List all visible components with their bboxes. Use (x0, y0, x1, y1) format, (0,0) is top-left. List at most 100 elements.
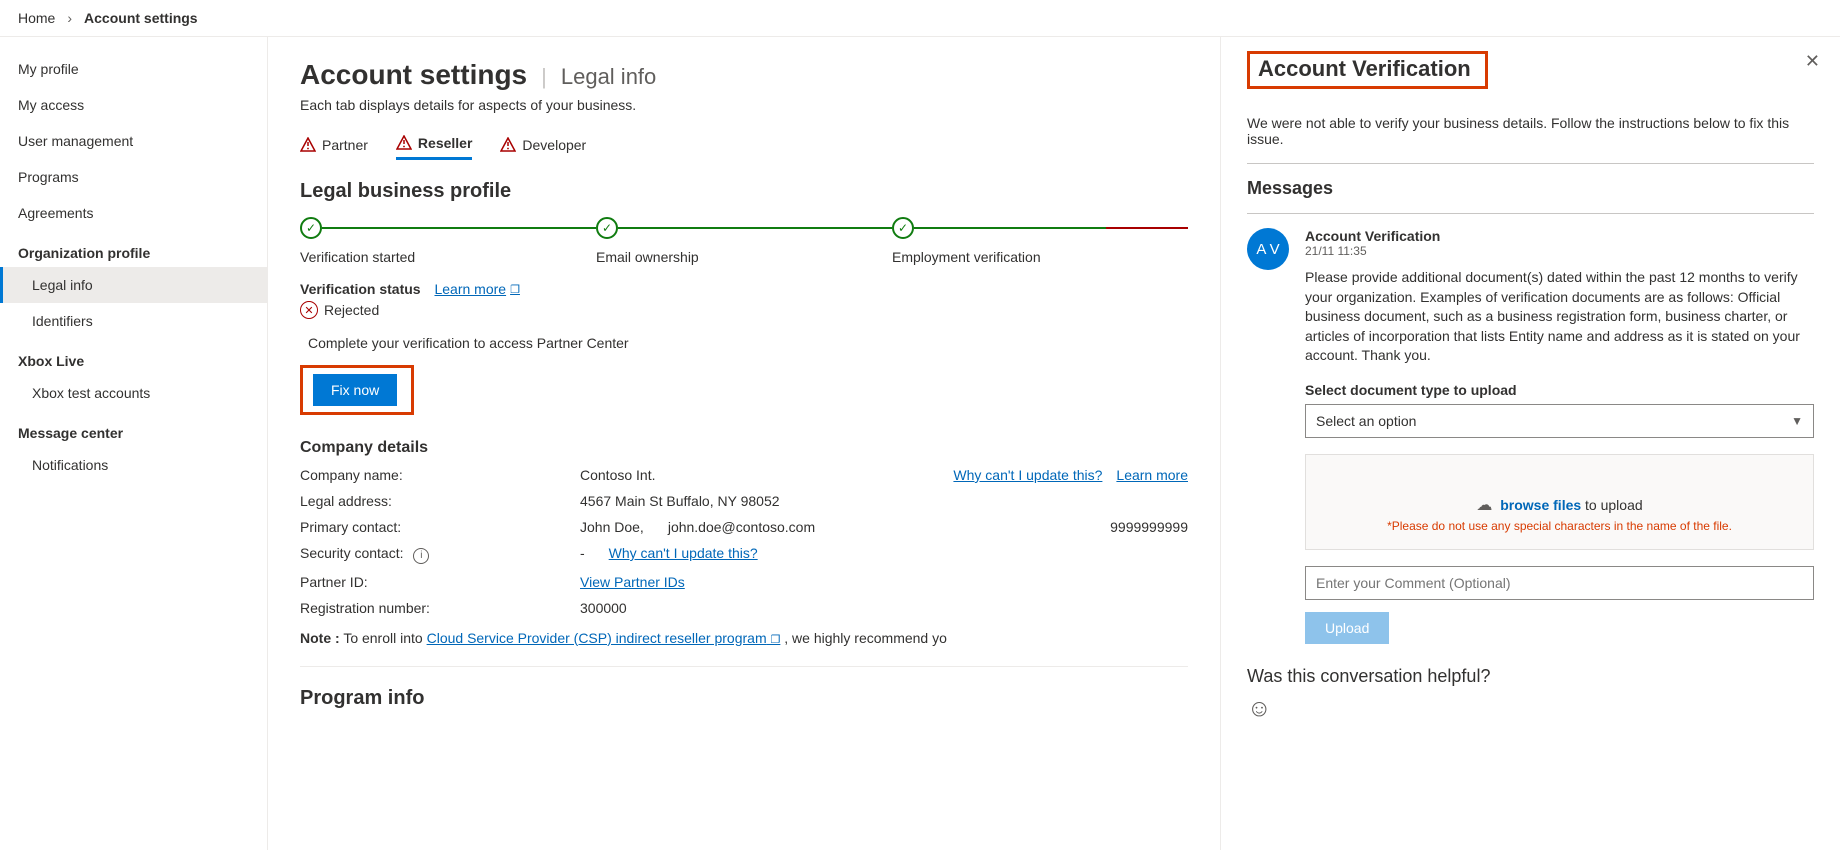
step-connector-error (1106, 227, 1188, 229)
primary-contact-email: john.doe@contoso.com (668, 519, 815, 535)
message-item: A V Account Verification 21/11 11:35 Ple… (1247, 228, 1814, 644)
security-contact-value: - (580, 545, 585, 561)
comment-input[interactable] (1305, 566, 1814, 600)
csp-program-link[interactable]: Cloud Service Provider (CSP) indirect re… (427, 630, 781, 646)
learn-more-link[interactable]: Learn more (1116, 467, 1188, 483)
sidebar-item-programs[interactable]: Programs (0, 159, 267, 195)
learn-more-link[interactable]: Learn more ❐ (434, 281, 519, 297)
partner-id-label: Partner ID: (300, 574, 580, 590)
sidebar-item-legal-info[interactable]: Legal info (0, 267, 267, 303)
chevron-right-icon: › (67, 10, 72, 26)
company-name-value: Contoso Int. (580, 467, 656, 483)
warning-triangle-icon (500, 137, 516, 153)
page-subtitle: Legal info (561, 64, 656, 90)
message-title: Account Verification (1305, 228, 1814, 244)
tabs: Partner Reseller Developer (300, 135, 1188, 160)
security-contact-label: Security contact: i (300, 545, 580, 564)
step-label: Verification started (300, 249, 596, 265)
legal-address-value: 4567 Main St Buffalo, NY 98052 (580, 493, 1188, 509)
tab-partner[interactable]: Partner (300, 135, 368, 160)
breadcrumb-home[interactable]: Home (18, 10, 55, 26)
panel-divider (1247, 163, 1814, 164)
step-check-icon: ✓ (596, 217, 618, 239)
select-document-label: Select document type to upload (1305, 382, 1814, 398)
rejected-x-icon: ✕ (300, 301, 318, 319)
message-timestamp: 21/11 11:35 (1305, 244, 1814, 258)
sidebar-heading-msg: Message center (0, 411, 267, 447)
step-label: Employment verification (892, 249, 1188, 265)
breadcrumb-current: Account settings (84, 10, 198, 26)
fix-now-button[interactable]: Fix now (313, 374, 397, 406)
message-text: Please provide additional document(s) da… (1305, 268, 1814, 366)
close-icon[interactable]: ✕ (1805, 51, 1820, 72)
breadcrumb: Home › Account settings (0, 0, 1840, 36)
panel-title: Account Verification (1247, 51, 1488, 89)
helpful-prompt: Was this conversation helpful? (1247, 666, 1814, 687)
external-link-icon: ❐ (771, 634, 781, 646)
panel-divider (1247, 213, 1814, 214)
upload-button[interactable]: Upload (1305, 612, 1389, 644)
section-heading-program-info: Program info (300, 687, 1188, 710)
enrollment-note: Note : To enroll into Cloud Service Prov… (300, 630, 1188, 646)
tab-label: Developer (522, 137, 586, 153)
page-title: Account settings (300, 59, 527, 91)
step-check-icon: ✓ (892, 217, 914, 239)
chevron-down-icon: ▼ (1791, 414, 1803, 428)
why-cant-update-link[interactable]: Why can't I update this? (953, 467, 1102, 483)
tab-reseller[interactable]: Reseller (396, 135, 472, 160)
registration-number-label: Registration number: (300, 600, 580, 616)
primary-contact-name: John Doe, (580, 519, 644, 535)
company-name-label: Company name: (300, 467, 580, 483)
sidebar-item-user-mgmt[interactable]: User management (0, 123, 267, 159)
sidebar-item-my-access[interactable]: My access (0, 87, 267, 123)
info-icon[interactable]: i (413, 548, 429, 564)
page-description: Each tab displays details for aspects of… (300, 97, 1188, 113)
select-placeholder: Select an option (1316, 413, 1416, 429)
sidebar-item-xbox-test[interactable]: Xbox test accounts (0, 375, 267, 411)
upload-suffix: to upload (1581, 497, 1643, 513)
complete-verification-msg: Complete your verification to access Par… (308, 335, 1188, 351)
main-content: Account settings | Legal info Each tab d… (268, 37, 1220, 850)
document-type-select[interactable]: Select an option ▼ (1305, 404, 1814, 438)
avatar: A V (1247, 228, 1289, 270)
sidebar-heading-org: Organization profile (0, 231, 267, 267)
section-heading-legal-profile: Legal business profile (300, 180, 1188, 203)
title-divider: | (541, 64, 547, 90)
section-divider (300, 666, 1188, 667)
panel-lead-text: We were not able to verify your business… (1247, 115, 1814, 147)
registration-number-value: 300000 (580, 600, 1188, 616)
sidebar-heading-xbox: Xbox Live (0, 339, 267, 375)
cloud-upload-icon: ☁ (1476, 497, 1492, 514)
tab-label: Reseller (418, 135, 472, 151)
progress-stepper: ✓ ✓ ✓ (300, 217, 1188, 239)
browse-files-link[interactable]: browse files (1500, 497, 1581, 513)
step-check-icon: ✓ (300, 217, 322, 239)
messages-heading: Messages (1247, 178, 1814, 199)
warning-triangle-icon (300, 137, 316, 153)
warning-triangle-icon (396, 135, 412, 151)
fix-now-highlight: Fix now (300, 365, 414, 415)
why-cant-update-link[interactable]: Why can't I update this? (609, 545, 758, 561)
section-heading-company-details: Company details (300, 439, 1188, 457)
account-verification-panel: ✕ Account Verification We were not able … (1220, 37, 1840, 850)
primary-contact-label: Primary contact: (300, 519, 580, 535)
external-link-icon: ❐ (510, 283, 520, 296)
sidebar-item-identifiers[interactable]: Identifiers (0, 303, 267, 339)
file-upload-dropzone[interactable]: ☁ browse files to upload *Please do not … (1305, 454, 1814, 550)
step-connector (914, 227, 1106, 229)
tab-developer[interactable]: Developer (500, 135, 586, 160)
legal-address-label: Legal address: (300, 493, 580, 509)
step-connector (618, 227, 892, 229)
sidebar-item-agreements[interactable]: Agreements (0, 195, 267, 231)
smiley-icon[interactable]: ☺ (1247, 695, 1814, 723)
sidebar: My profile My access User management Pro… (0, 37, 268, 850)
upload-warning-text: *Please do not use any special character… (1326, 519, 1793, 533)
primary-contact-phone: 9999999999 (1110, 519, 1188, 535)
tab-label: Partner (322, 137, 368, 153)
step-label: Email ownership (596, 249, 892, 265)
sidebar-item-notifications[interactable]: Notifications (0, 447, 267, 483)
view-partner-ids-link[interactable]: View Partner IDs (580, 574, 1188, 590)
rejected-label: Rejected (324, 302, 379, 318)
step-connector (322, 227, 596, 229)
sidebar-item-my-profile[interactable]: My profile (0, 51, 267, 87)
